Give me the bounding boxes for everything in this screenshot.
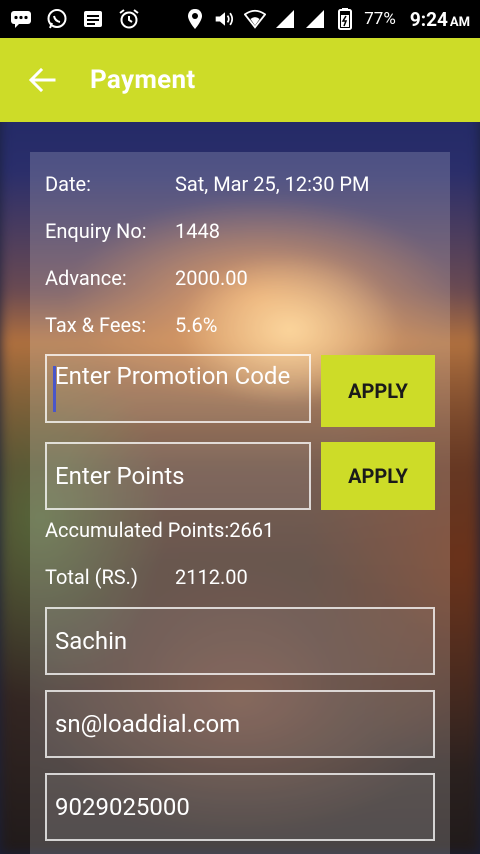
app-toolbar: Payment <box>0 38 480 122</box>
advance-row: Advance: 2000.00 <box>45 266 248 290</box>
promo-code-input[interactable]: Enter Promotion Code <box>45 354 311 423</box>
arrow-back-icon <box>28 67 56 93</box>
tax-label: Tax & Fees: <box>45 313 147 337</box>
advance-label: Advance: <box>45 266 127 290</box>
whatsapp-icon <box>46 8 68 30</box>
total-label: Total (RS.) <box>45 565 138 589</box>
date-row: Date: Sat, Mar 25, 12:30 PM <box>45 172 370 196</box>
clock-time: 9:24 <box>409 7 448 31</box>
apply-promo-button[interactable]: APPLY <box>321 355 435 427</box>
name-field[interactable]: Sachin <box>45 607 435 675</box>
enquiry-row: Enquiry No: 1448 <box>45 219 220 243</box>
volume-icon <box>214 8 236 30</box>
battery-percent: 77% <box>364 9 396 29</box>
date-value: Sat, Mar 25, 12:30 PM <box>175 172 370 196</box>
total-row: Total (RS.) 2112.00 <box>45 565 248 589</box>
payment-screen: 77% 9:24 AM Payment Date: Sat, Mar 25, 1… <box>0 0 480 854</box>
email-value: sn@loaddial.com <box>55 710 241 738</box>
advance-value: 2000.00 <box>175 266 248 290</box>
phone-field[interactable]: 9029025000 <box>45 773 435 841</box>
total-value: 2112.00 <box>175 565 248 589</box>
messages-icon <box>10 8 32 30</box>
battery-icon <box>334 8 356 30</box>
points-input-field[interactable] <box>55 462 301 490</box>
text-cursor <box>53 366 56 412</box>
wifi-icon <box>244 8 267 30</box>
status-bar: 77% 9:24 AM <box>0 0 480 38</box>
enquiry-value: 1448 <box>175 219 220 243</box>
signal-icon-2 <box>304 8 326 30</box>
location-icon <box>184 8 206 30</box>
tax-row: Tax & Fees: 5.6% <box>45 313 217 337</box>
phone-value: 9029025000 <box>55 793 190 821</box>
tax-value: 5.6% <box>175 313 218 337</box>
promo-code-placeholder: Enter Promotion Code <box>55 362 291 390</box>
date-label: Date: <box>45 172 91 196</box>
clock-ampm: AM <box>449 14 470 30</box>
back-button[interactable] <box>12 50 72 110</box>
enquiry-label: Enquiry No: <box>45 219 147 243</box>
points-input[interactable] <box>45 442 311 510</box>
email-field[interactable]: sn@loaddial.com <box>45 690 435 758</box>
apply-points-button[interactable]: APPLY <box>321 442 435 510</box>
signal-icon-1 <box>274 8 296 30</box>
accumulated-points: Accumulated Points:2661 <box>45 518 275 542</box>
news-icon <box>82 8 104 30</box>
name-value: Sachin <box>55 627 128 655</box>
alarm-icon <box>118 8 140 30</box>
page-title: Payment <box>90 65 196 95</box>
